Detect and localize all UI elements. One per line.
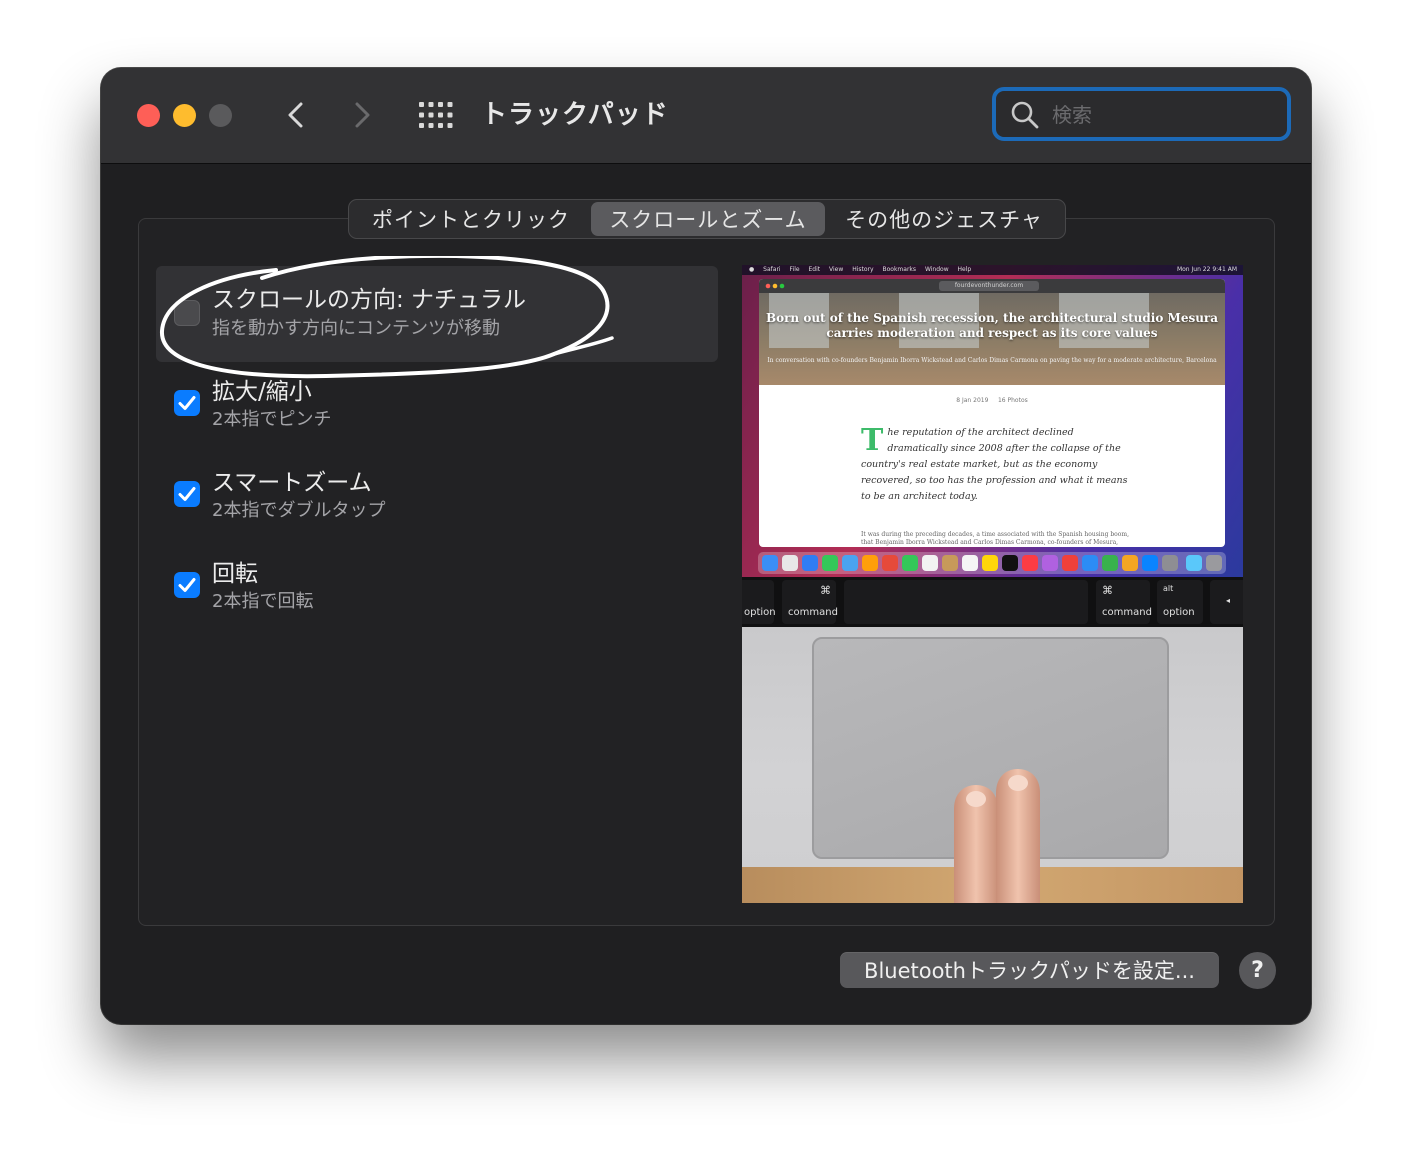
search-icon	[1011, 101, 1039, 129]
menubar-item: File	[789, 266, 800, 273]
article-headline: Born out of the Spanish recession, the a…	[765, 311, 1219, 340]
option-subtitle: 2本指で回転	[212, 591, 314, 612]
menubar-item: Window	[924, 266, 949, 273]
forward-button[interactable]	[347, 96, 377, 134]
article-date: 8 Jan 2019	[956, 397, 989, 404]
search-field[interactable]	[992, 87, 1291, 141]
browser-url: fourdevonthunder.com	[939, 281, 1039, 291]
article-text: he reputation of the architect declined …	[861, 427, 1128, 502]
menubar-item: Edit	[808, 266, 821, 273]
window-title: トラックパッド	[481, 100, 669, 130]
setup-bluetooth-trackpad-button[interactable]: Bluetoothトラックパッドを設定...	[840, 952, 1219, 988]
article-dropcap: T	[861, 423, 884, 458]
preview-browser: fourdevonthunder.com Born out of the Spa…	[759, 279, 1225, 547]
option-subtitle: 2本指でピンチ	[212, 409, 332, 430]
two-fingers-illustration	[954, 769, 1040, 903]
key-option-right: alt option	[1157, 580, 1203, 624]
tab-bar: ポイントとクリック スクロールとズーム その他のジェスチャ	[348, 199, 1066, 239]
key-option-left: option	[742, 580, 776, 624]
show-all-button[interactable]	[419, 102, 453, 128]
option-subtitle: 2本指でダブルタップ	[212, 500, 386, 521]
option-rotate[interactable]: 回転 2本指で回転	[156, 550, 718, 646]
back-chevron-icon	[288, 102, 303, 128]
menubar-time: Mon Jun 22 9:41 AM	[1176, 266, 1237, 273]
article-meta: 8 Jan 2019 16 Photos	[759, 397, 1225, 404]
tab-point-and-click[interactable]: ポイントとクリック	[351, 202, 591, 236]
help-button[interactable]: ?	[1239, 952, 1276, 989]
apple-icon: ●	[749, 266, 755, 273]
menubar-item: History	[852, 266, 874, 273]
tab-scroll-and-zoom[interactable]: スクロールとズーム	[591, 202, 825, 236]
option-title: スマートズーム	[212, 470, 372, 496]
article-photos: 16 Photos	[997, 397, 1028, 404]
tab-more-gestures[interactable]: その他のジェスチャ	[825, 202, 1063, 236]
article-body: T he reputation of the architect decline…	[861, 425, 1131, 505]
key-arrow-left: ◂	[1210, 580, 1243, 624]
checkmark-icon	[178, 487, 196, 501]
preferences-window: トラックパッド ポイントとクリック スクロールとズーム その他のジェスチャ スク…	[101, 68, 1311, 1024]
zoom-button[interactable]	[209, 104, 232, 127]
title-bar: トラックパッド	[101, 68, 1311, 164]
key-command-right: ⌘ command	[1096, 580, 1152, 624]
rotate-checkbox[interactable]	[174, 572, 200, 598]
key-space	[844, 580, 1088, 624]
preview-menubar: ● Safari File Edit View History Bookmark…	[742, 265, 1243, 275]
article-caption: In conversation with co-founders Benjami…	[767, 357, 1217, 364]
article-footer: It was during the preceding decades, a t…	[861, 531, 1130, 546]
window-controls-icon	[765, 283, 785, 289]
back-button[interactable]	[281, 96, 311, 134]
menubar-item: View	[829, 266, 844, 273]
checkmark-icon	[178, 396, 196, 410]
close-button[interactable]	[137, 104, 160, 127]
minimize-button[interactable]	[173, 104, 196, 127]
preview-keyboard: option ⌘ command ⌘ command alt option ◂	[742, 577, 1243, 627]
grid-icon	[419, 102, 453, 128]
zoom-checkbox[interactable]	[174, 390, 200, 416]
menubar-item: Bookmarks	[882, 266, 917, 273]
checkmark-icon	[178, 578, 196, 592]
annotation-circle	[159, 256, 614, 379]
gesture-preview: ● Safari File Edit View History Bookmark…	[742, 265, 1243, 903]
option-title: 回転	[212, 561, 258, 587]
forward-chevron-icon	[355, 102, 370, 128]
browser-toolbar: fourdevonthunder.com	[759, 279, 1225, 293]
preview-dock	[758, 552, 1226, 574]
search-input[interactable]	[1050, 97, 1274, 133]
option-smart-zoom[interactable]: スマートズーム 2本指でダブルタップ	[156, 459, 718, 555]
menubar-item: Help	[957, 266, 972, 273]
smart-zoom-checkbox[interactable]	[174, 481, 200, 507]
article-hero-image: Born out of the Spanish recession, the a…	[759, 293, 1225, 385]
menubar-item: Safari	[763, 266, 781, 273]
key-command-left: ⌘ command	[782, 580, 838, 624]
